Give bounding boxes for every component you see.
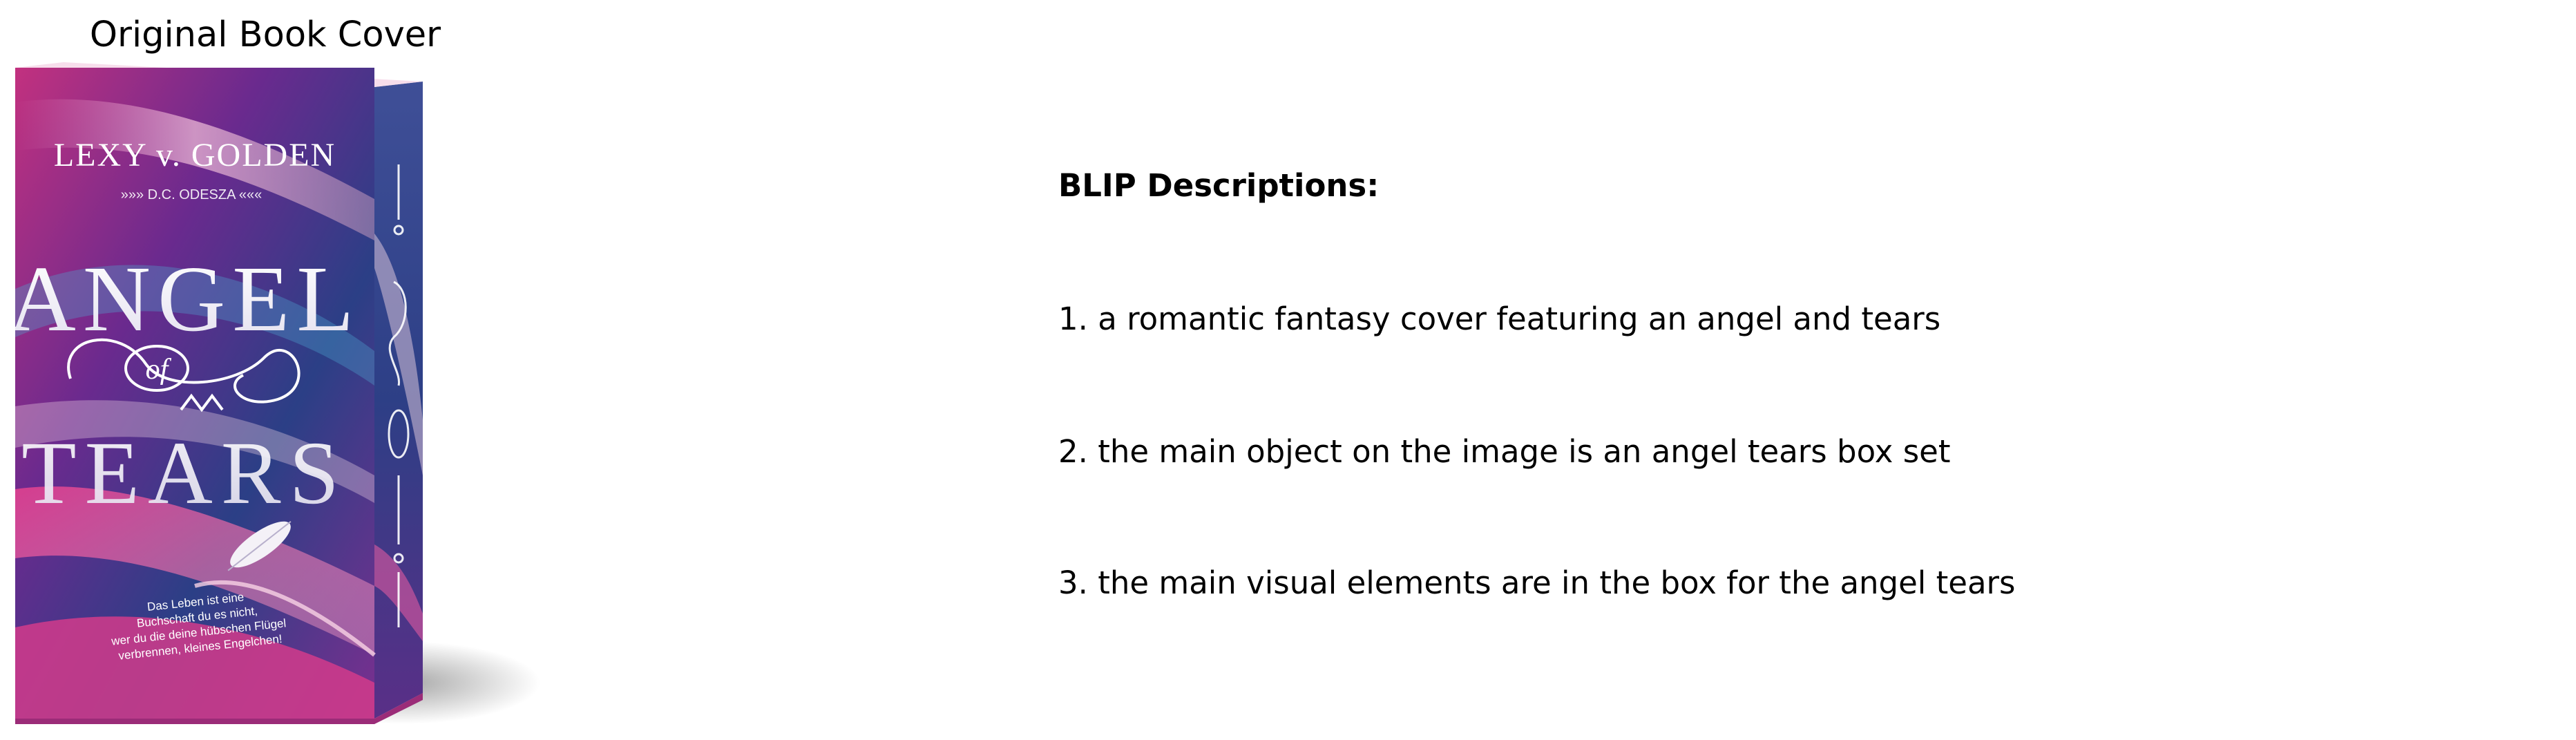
cover-title: Original Book Cover: [89, 15, 441, 55]
cover-author-text: LEXY v. GOLDEN: [54, 137, 336, 173]
description-item: 3. the main visual elements are in the b…: [1058, 565, 2016, 601]
cover-title-line-1: ANGEL: [15, 247, 361, 351]
description-item: 2. the main object on the image is an an…: [1058, 433, 1951, 470]
book-cover-image: LEXY v. GOLDEN »»» D.C. ODESZA ««« ANGEL…: [15, 62, 540, 724]
descriptions-heading: BLIP Descriptions:: [1058, 167, 1380, 204]
cover-subtitle-text: »»» D.C. ODESZA «««: [121, 187, 263, 202]
description-item: 1. a romantic fantasy cover featuring an…: [1058, 301, 1941, 337]
cover-title-ligature: of: [146, 354, 172, 386]
cover-title-line-2: TEARS: [21, 424, 347, 523]
